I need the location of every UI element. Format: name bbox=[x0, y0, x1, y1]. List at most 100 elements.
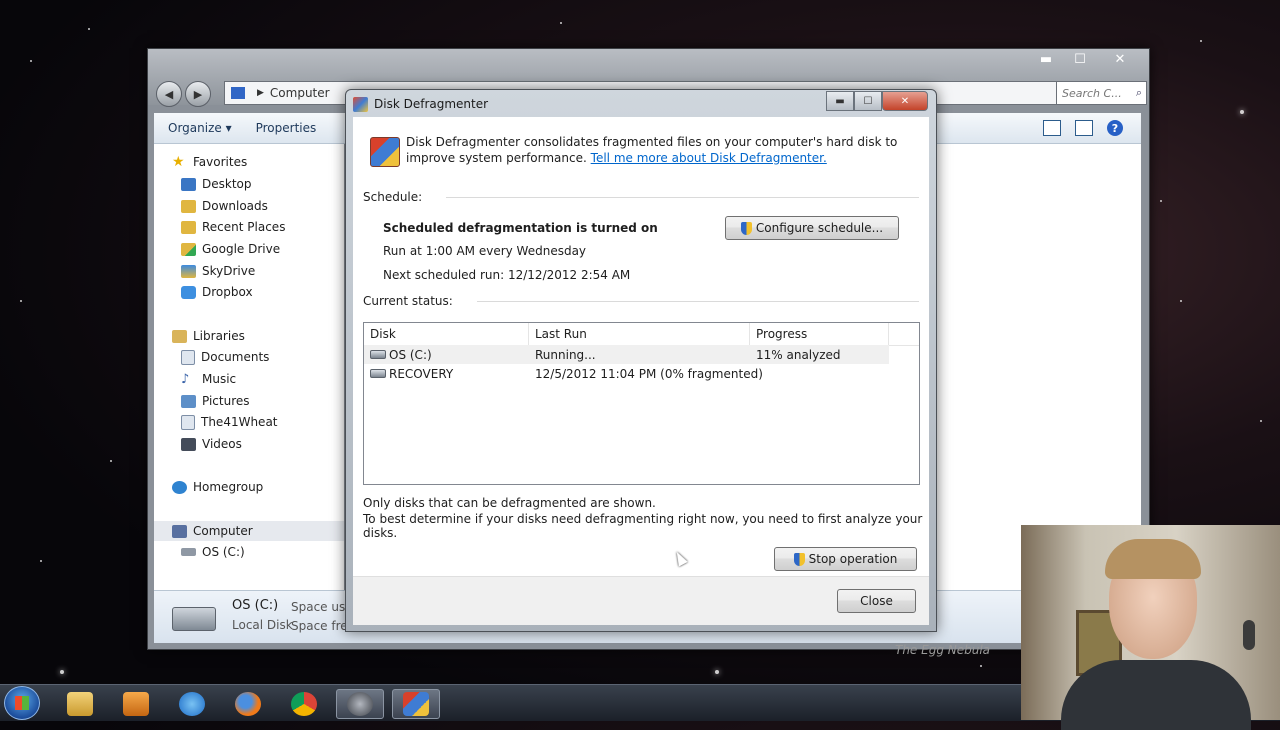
disk-defragmenter-dialog: Disk Defragmenter ▬ ☐ ✕ Disk Defragmente… bbox=[345, 89, 937, 632]
nav-libraries[interactable]: Libraries bbox=[172, 326, 245, 346]
nav-item-music[interactable]: ♪ Music bbox=[181, 369, 236, 389]
disk-name: OS (C:) bbox=[389, 347, 432, 362]
drive-icon bbox=[370, 369, 386, 378]
taskbar-disk-defragmenter[interactable] bbox=[392, 689, 440, 719]
uac-shield-icon bbox=[793, 552, 805, 566]
schedule-status: Scheduled defragmentation is turned on bbox=[383, 221, 658, 235]
nav-item-label: Videos bbox=[202, 437, 242, 451]
stop-operation-label: Stop operation bbox=[808, 552, 898, 566]
taskbar-media-player[interactable] bbox=[112, 689, 160, 719]
column-header-progress[interactable]: Progress bbox=[750, 323, 889, 345]
desktop-icon bbox=[181, 177, 196, 191]
taskbar-chrome[interactable] bbox=[280, 689, 328, 719]
defragmenter-icon bbox=[353, 97, 368, 112]
taskbar-camera-app[interactable] bbox=[336, 689, 384, 719]
configure-schedule-label: Configure schedule... bbox=[755, 221, 884, 235]
help-icon[interactable]: ? bbox=[1107, 120, 1123, 136]
change-view-icon[interactable] bbox=[1043, 120, 1061, 136]
preview-pane-icon[interactable] bbox=[1075, 120, 1093, 136]
column-header-disk[interactable]: Disk bbox=[364, 323, 529, 345]
close-button[interactable]: ✕ bbox=[1097, 49, 1143, 69]
nav-item-label: Documents bbox=[201, 350, 270, 364]
nav-homegroup[interactable]: Homegroup bbox=[172, 477, 263, 497]
nav-item-label: Downloads bbox=[202, 199, 268, 213]
nav-item-pictures[interactable]: Pictures bbox=[181, 391, 250, 411]
nav-item-skydrive[interactable]: SkyDrive bbox=[181, 261, 255, 281]
recent-places-icon bbox=[181, 220, 196, 234]
nav-item-google-drive[interactable]: Google Drive bbox=[181, 239, 280, 259]
person-hair bbox=[1105, 539, 1201, 579]
taskbar-explorer[interactable] bbox=[56, 689, 104, 719]
uac-shield-icon bbox=[740, 221, 752, 235]
nav-item-the41wheat[interactable]: The41Wheat bbox=[181, 412, 278, 432]
videos-icon bbox=[181, 437, 196, 451]
schedule-heading: Schedule: bbox=[363, 190, 423, 204]
close-button[interactable]: ✕ bbox=[882, 91, 928, 111]
disk-list[interactable]: Disk Last Run Progress OS (C:) Running..… bbox=[363, 322, 920, 485]
nav-item-downloads[interactable]: Downloads bbox=[181, 196, 268, 216]
taskbar-internet-explorer[interactable] bbox=[168, 689, 216, 719]
folder-icon bbox=[67, 692, 93, 716]
close-dialog-button[interactable]: Close bbox=[837, 589, 916, 613]
disk-row-recovery[interactable]: RECOVERY 12/5/2012 11:04 PM (0% fragment… bbox=[364, 364, 889, 383]
current-status-heading: Current status: bbox=[363, 294, 453, 308]
minimize-button[interactable]: ▬ bbox=[1029, 49, 1063, 69]
nav-item-label: Dropbox bbox=[202, 285, 253, 299]
libraries-icon bbox=[172, 329, 187, 343]
search-input[interactable]: Search C... ⌕ bbox=[1056, 81, 1147, 105]
last-run-cell: Running... bbox=[535, 347, 596, 362]
library-folder-icon bbox=[181, 414, 195, 430]
forward-button[interactable]: ▶ bbox=[185, 81, 211, 107]
computer-icon bbox=[172, 524, 187, 538]
maximize-button[interactable]: ☐ bbox=[1063, 49, 1097, 69]
taskbar-firefox[interactable] bbox=[224, 689, 272, 719]
nav-item-label: The41Wheat bbox=[201, 415, 278, 429]
nav-item-recent-places[interactable]: Recent Places bbox=[181, 217, 285, 237]
nav-item-dropbox[interactable]: Dropbox bbox=[181, 282, 253, 302]
nav-libraries-label: Libraries bbox=[193, 329, 245, 343]
pictures-icon bbox=[181, 394, 196, 408]
nav-item-documents[interactable]: Documents bbox=[181, 347, 269, 367]
configure-schedule-button[interactable]: Configure schedule... bbox=[725, 216, 899, 240]
internet-explorer-icon bbox=[179, 692, 205, 716]
nav-item-os-drive[interactable]: OS (C:) bbox=[181, 542, 245, 562]
disk-row-os[interactable]: OS (C:) Running... 11% analyzed bbox=[364, 345, 889, 364]
nav-item-label: Pictures bbox=[202, 394, 250, 408]
nav-item-videos[interactable]: Videos bbox=[181, 434, 242, 454]
start-button[interactable] bbox=[4, 686, 40, 720]
windows-logo-icon bbox=[15, 696, 29, 710]
properties-button[interactable]: Properties bbox=[256, 121, 317, 135]
disk-cell: OS (C:) bbox=[364, 348, 529, 362]
nav-computer[interactable]: Computer bbox=[154, 521, 344, 541]
defragmenter-icon bbox=[403, 692, 429, 716]
minimize-button[interactable]: ▬ bbox=[826, 91, 854, 111]
schedule-run-at: Run at 1:00 AM every Wednesday bbox=[383, 244, 587, 258]
homegroup-icon bbox=[172, 480, 187, 494]
nav-favorites[interactable]: ★ Favorites bbox=[172, 152, 247, 172]
divider bbox=[476, 300, 919, 302]
maximize-button[interactable]: ☐ bbox=[854, 91, 882, 111]
drive-icon bbox=[370, 350, 386, 359]
firefox-icon bbox=[235, 692, 261, 716]
chevron-right-icon: ▶ bbox=[257, 88, 264, 98]
breadcrumb-computer[interactable]: Computer bbox=[270, 86, 330, 100]
organize-menu[interactable]: Organize ▾ bbox=[168, 121, 232, 135]
learn-more-link[interactable]: Tell me more about Disk Defragmenter. bbox=[591, 151, 827, 165]
navigation-pane: ★ Favorites Desktop Downloads Recent Pla… bbox=[154, 144, 344, 590]
nav-computer-label: Computer bbox=[193, 524, 253, 538]
column-header-last-run[interactable]: Last Run bbox=[529, 323, 750, 345]
stop-operation-button[interactable]: Stop operation bbox=[774, 547, 917, 571]
note-only-defragmentable: Only disks that can be defragmented are … bbox=[363, 496, 656, 510]
nav-item-desktop[interactable]: Desktop bbox=[181, 174, 252, 194]
nav-item-label: Music bbox=[202, 372, 237, 386]
space-free-label: Space fre bbox=[291, 619, 348, 633]
space-used-label: Space use bbox=[291, 600, 353, 614]
hard-drive-icon bbox=[172, 607, 216, 631]
music-icon: ♪ bbox=[181, 371, 190, 387]
explorer-window-controls: ▬ ☐ ✕ bbox=[1029, 49, 1143, 69]
disk-name: RECOVERY bbox=[389, 366, 454, 381]
back-button[interactable]: ◀ bbox=[156, 81, 182, 107]
search-icon[interactable]: ⌕ bbox=[1136, 86, 1142, 100]
search-placeholder: Search C... bbox=[1062, 86, 1122, 100]
schedule-section-header: Schedule: bbox=[363, 190, 919, 204]
